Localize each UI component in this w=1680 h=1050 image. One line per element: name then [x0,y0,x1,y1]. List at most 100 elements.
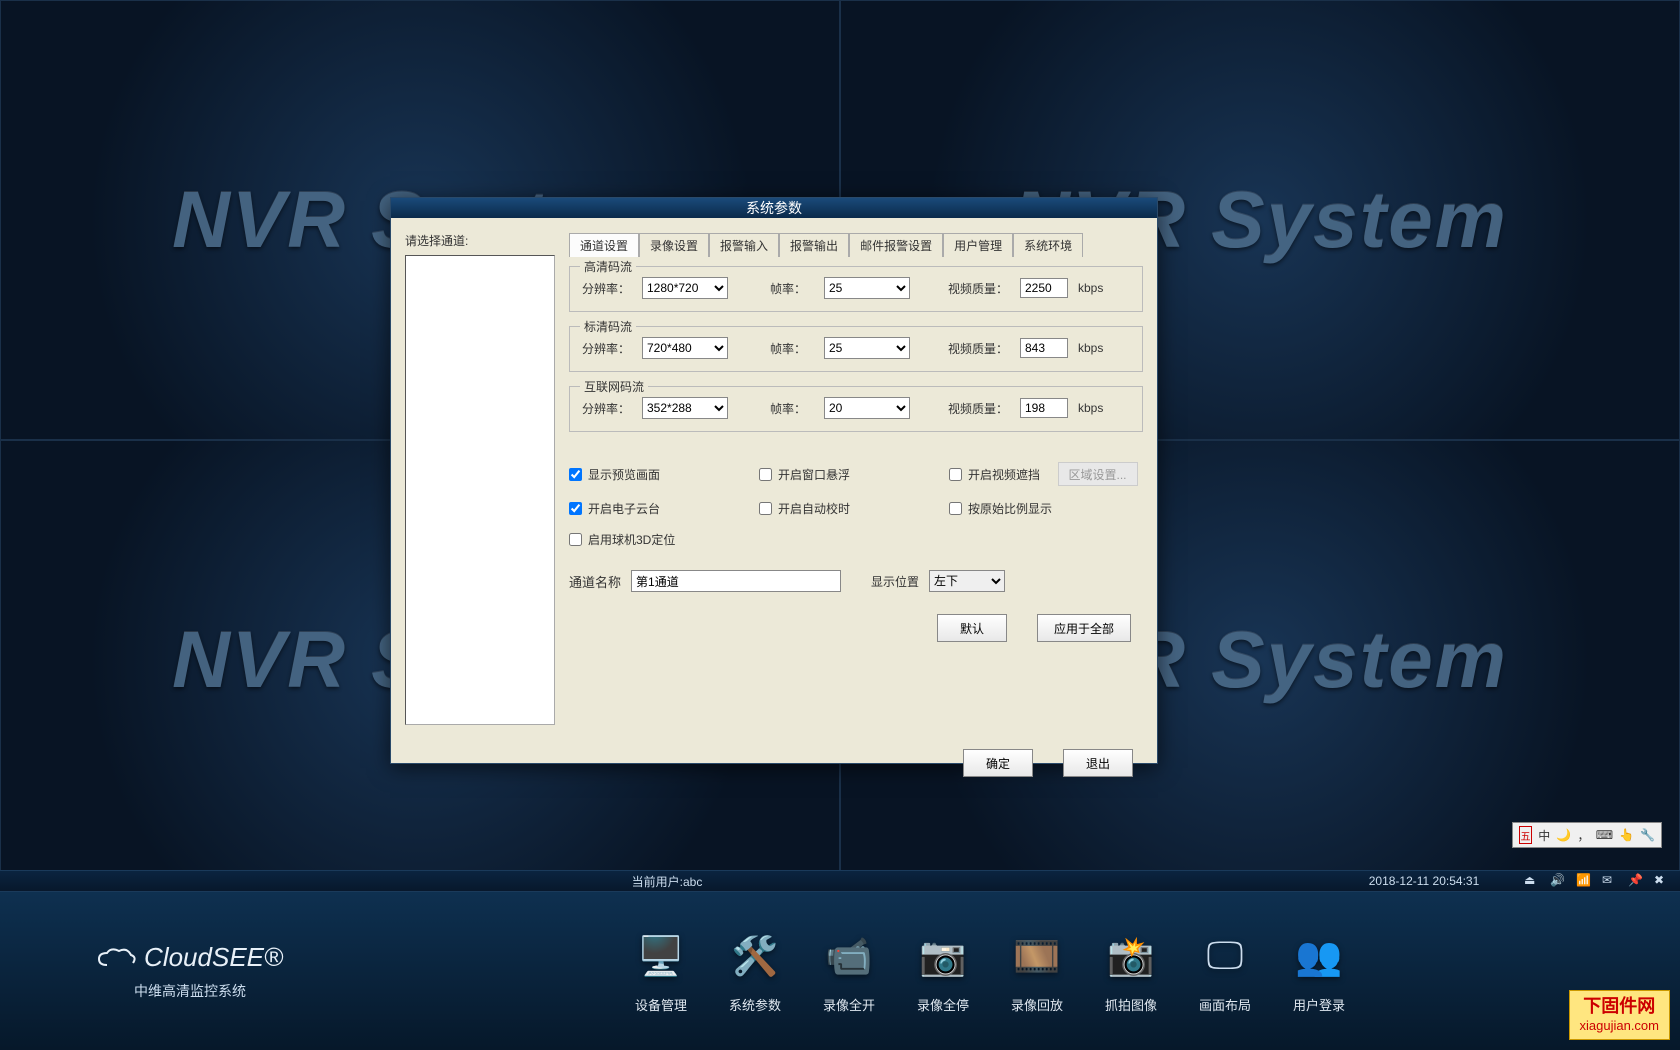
channel-select-label: 请选择通道: [405,232,555,249]
tray-eject-icon[interactable]: ⏏ [1524,873,1540,889]
tray-volume-icon[interactable]: 🔊 [1550,873,1566,889]
layout-icon: 🖵 [1197,929,1253,985]
framerate-select[interactable]: 25 [824,337,910,359]
system-params-icon: 🛠️ [727,929,783,985]
logo-subtitle: 中维高清监控系统 [40,981,340,1001]
toolbar-user-login[interactable]: 👥 用户登录 [1291,929,1347,1014]
bitrate-input[interactable] [1020,278,1068,298]
toolbar-record-all-off[interactable]: 📷 录像全停 [915,929,971,1014]
ime-comma-icon[interactable]: ， [1577,826,1589,844]
vq-label: 视频质量： [948,400,1012,417]
resolution-select[interactable]: 1280*720 [642,277,728,299]
tray-pin-icon[interactable]: 📌 [1628,873,1644,889]
res-label: 分辨率： [582,280,634,297]
ime-moon-icon[interactable]: 🌙 [1556,826,1571,844]
tab-1[interactable]: 录像设置 [639,233,709,257]
toolbar-label: 录像回放 [1011,995,1063,1014]
toolbar-label: 录像全开 [823,995,875,1014]
toolbar-device-manage[interactable]: 🖥️ 设备管理 [633,929,689,1014]
ime-keyboard-icon[interactable]: ⌨ [1596,826,1613,844]
tab-6[interactable]: 系统环境 [1013,233,1083,257]
framerate-select[interactable]: 25 [824,277,910,299]
res-label: 分辨率： [582,340,634,357]
stream-legend: 高清码流 [580,258,636,275]
check-ratio[interactable]: 按原始比例显示 [949,500,1058,517]
snapshot-icon: 📸 [1103,929,1159,985]
default-button[interactable]: 默认 [937,614,1007,642]
tray-network-icon[interactable]: 📶 [1576,873,1592,889]
tab-2[interactable]: 报警输入 [709,233,779,257]
stream-legend: 互联网码流 [580,378,648,395]
tab-3[interactable]: 报警输出 [779,233,849,257]
check-occlude[interactable]: 开启视频遮挡 [949,466,1058,483]
logo-text: CloudSEE® [40,942,340,973]
kbps-unit: kbps [1078,401,1103,415]
check-autotime[interactable]: 开启自动校时 [759,500,949,517]
system-params-dialog: 系统参数 请选择通道: 通道设置录像设置报警输入报警输出邮件报警设置用户管理系统… [390,197,1158,764]
ime-zhong-icon[interactable]: 中 [1538,826,1550,844]
system-tray: ⏏ 🔊 📶 ✉ 📌 ✖ [1514,873,1680,889]
user-login-icon: 👥 [1291,929,1347,985]
toolbar-system-params[interactable]: 🛠️ 系统参数 [727,929,783,1014]
stream-group-2: 互联网码流分辨率：352*288帧率：20视频质量：kbps [569,386,1143,432]
kbps-unit: kbps [1078,281,1103,295]
ime-toolbar[interactable]: 五 中 🌙 ， ⌨ 👆 🔧 [1512,822,1662,848]
device-manage-icon: 🖥️ [633,929,689,985]
stream-group-0: 高清码流分辨率：1280*720帧率：25视频质量：kbps [569,266,1143,312]
check-ptz[interactable]: 开启电子云台 [569,500,759,517]
toolbar-label: 录像全停 [917,995,969,1014]
ok-button[interactable]: 确定 [963,749,1033,777]
toolbar-label: 抓拍图像 [1105,995,1157,1014]
bitrate-input[interactable] [1020,338,1068,358]
playback-icon: 🎞️ [1009,929,1065,985]
toolbar-record-all-on[interactable]: 📹 录像全开 [821,929,877,1014]
channel-listbox[interactable] [405,255,555,725]
res-label: 分辨率： [582,400,634,417]
toolbar-playback[interactable]: 🎞️ 录像回放 [1009,929,1065,1014]
main-toolbar: CloudSEE® 中维高清监控系统 🖥️ 设备管理 🛠️ 系统参数 📹 录像全开 📷 录像全… [0,892,1680,1050]
logo-block: CloudSEE® 中维高清监控系统 [40,942,340,1001]
tabs: 通道设置录像设置报警输入报警输出邮件报警设置用户管理系统环境 [569,232,1143,256]
fr-label: 帧率： [770,400,816,417]
resolution-select[interactable]: 352*288 [642,397,728,419]
toolbar-label: 用户登录 [1293,995,1345,1014]
status-bar: 当前用户:abc 2018-12-11 20:54:31 ⏏ 🔊 📶 ✉ 📌 ✖ [0,870,1680,892]
tab-0[interactable]: 通道设置 [569,233,639,257]
stream-group-1: 标清码流分辨率：720*480帧率：25视频质量：kbps [569,326,1143,372]
channel-name-input[interactable] [631,570,841,592]
vq-label: 视频质量： [948,340,1012,357]
stream-legend: 标清码流 [580,318,636,335]
region-settings-button: 区域设置... [1058,462,1138,486]
ime-wrench-icon[interactable]: 🔧 [1640,826,1655,844]
resolution-select[interactable]: 720*480 [642,337,728,359]
tab-5[interactable]: 用户管理 [943,233,1013,257]
tray-mail-icon[interactable]: ✉ [1602,873,1618,889]
current-user-label: 当前用户:abc [0,873,1334,890]
record-all-on-icon: 📹 [821,929,877,985]
toolbar-label: 设备管理 [635,995,687,1014]
record-all-off-icon: 📷 [915,929,971,985]
vq-label: 视频质量： [948,280,1012,297]
bitrate-input[interactable] [1020,398,1068,418]
check-preview[interactable]: 显示预览画面 [569,466,759,483]
ime-wu-icon[interactable]: 五 [1519,826,1532,844]
framerate-select[interactable]: 20 [824,397,910,419]
position-select[interactable]: 左下 [929,570,1005,592]
watermark: 下固件网 xiagujian.com [1569,990,1671,1040]
position-label: 显示位置 [871,573,919,590]
fr-label: 帧率： [770,340,816,357]
ime-hand-icon[interactable]: 👆 [1619,826,1634,844]
fr-label: 帧率： [770,280,816,297]
toolbar-label: 画面布局 [1199,995,1251,1014]
toolbar-snapshot[interactable]: 📸 抓拍图像 [1103,929,1159,1014]
tab-4[interactable]: 邮件报警设置 [849,233,943,257]
tray-close-icon[interactable]: ✖ [1654,873,1670,889]
dialog-title: 系统参数 [391,198,1157,218]
apply-all-button[interactable]: 应用于全部 [1037,614,1131,642]
exit-button[interactable]: 退出 [1063,749,1133,777]
toolbar-label: 系统参数 [729,995,781,1014]
check-dome3d[interactable]: 启用球机3D定位 [569,531,759,548]
datetime-label: 2018-12-11 20:54:31 [1334,874,1514,888]
toolbar-layout[interactable]: 🖵 画面布局 [1197,929,1253,1014]
check-float[interactable]: 开启窗口悬浮 [759,466,949,483]
